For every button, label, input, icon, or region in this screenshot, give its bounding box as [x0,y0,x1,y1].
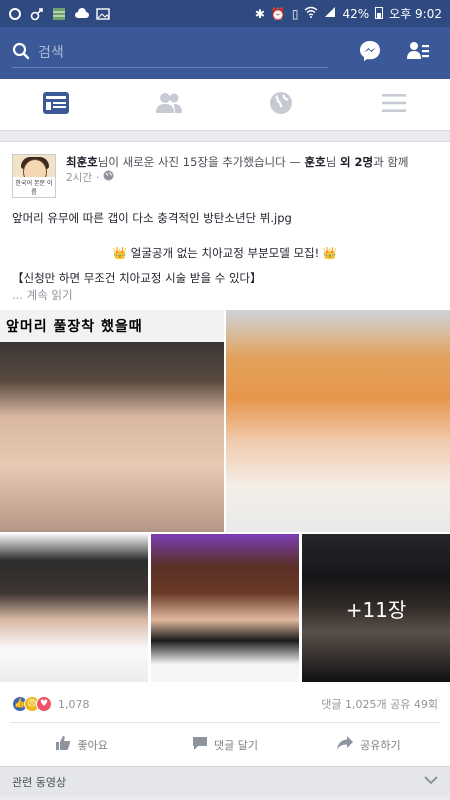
tagged-suffix: 님 [325,155,340,169]
promo-text: 얼굴공개 없는 치아교정 부분모델 모집! [130,246,320,260]
messenger-icon [358,39,382,67]
app-notification-icon [8,7,22,21]
photo-5[interactable]: +11장 [302,534,450,682]
tab-news-feed[interactable] [0,79,113,130]
feed-gap [0,131,450,141]
status-bar: ✱ ⏰ ▯ 42% 오후 9:02 [0,0,450,27]
alarm-icon: ⏰ [270,6,286,21]
gallery-icon [96,7,110,21]
post-meta: 2시간 · [66,170,409,186]
post-attribution: 최훈호님이 새로운 사진 15장을 추가했습니다 — 훈호님 외 2명과 함께 [66,154,409,170]
tab-notifications[interactable] [225,79,338,130]
photo-4[interactable] [151,534,299,682]
more-photos-overlay: +11장 [302,534,450,682]
globe-icon [269,91,293,119]
see-more-link[interactable]: ... 계속 읽기 [12,287,438,304]
wifi-icon [304,6,318,21]
related-videos-label: 관련 동영상 [12,775,67,789]
share-icon [336,735,354,754]
reaction-count[interactable]: 1,078 [58,698,90,711]
post-body: 앞머리 유무에 따른 갭이 다소 충격적인 방탄소년단 뷔.jpg 👑 얼굴공개… [0,204,450,310]
comments-shares-count[interactable]: 댓글 1,025개 공유 49회 [321,696,438,712]
comment-label: 댓글 달기 [214,738,258,752]
clock-time: 오후 9:02 [389,7,442,21]
love-reaction-icon: ♥ [36,696,52,712]
signal-icon [324,6,336,21]
friend-requests-icon [406,39,430,67]
post-action-text: 님이 새로운 사진 15장을 추가했습니다 — [97,155,305,169]
male-symbol-icon [30,7,44,21]
vibrate-icon: ▯ [291,6,299,21]
reactions-bar: 👍 😠 ♥ 1,078 댓글 1,025개 공유 49회 [0,682,450,722]
photo-caption: 앞머리 풀장착 했을때 [0,310,224,342]
search-field-wrapper[interactable] [12,38,328,68]
status-right-icons: ✱ ⏰ ▯ 42% 오후 9:02 [255,5,442,22]
photo-2[interactable] [226,310,450,532]
avatar[interactable]: 한국어 본문 이름 [12,154,56,198]
like-button[interactable]: 좋아요 [10,723,153,766]
promo-detail: 【신청만 하면 무조건 치아교정 시술 받을 수 있다】 [12,271,262,285]
newsfeed-icon [42,91,70,119]
comment-icon [192,735,208,754]
nav-tabs [0,79,450,131]
search-input[interactable] [38,44,298,61]
battery-percent: 42% [342,6,370,21]
share-label: 공유하기 [360,738,401,752]
friend-requests-button[interactable] [398,33,438,73]
with-text: 과 함께 [373,155,409,169]
post-header: 한국어 본문 이름 최훈호님이 새로운 사진 15장을 추가했습니다 — 훈호님… [0,142,450,204]
friends-icon [155,92,183,118]
post-time[interactable]: 2시간 [66,170,92,186]
author-name[interactable]: 최훈호 [66,155,98,169]
cloud-icon [74,7,89,21]
status-left-icons [8,7,110,21]
promo-line: 👑 얼굴공개 없는 치아교정 부분모델 모집! 👑 [12,245,438,262]
post-title: 앞머리 유무에 따른 갭이 다소 충격적인 방탄소년단 뷔.jpg [12,211,292,225]
photo-3[interactable] [0,534,148,682]
tab-friends[interactable] [113,79,226,130]
tagged-name[interactable]: 훈호 [305,155,326,169]
others-link[interactable]: 외 2명 [340,155,373,169]
post-header-text: 최훈호님이 새로운 사진 15장을 추가했습니다 — 훈호님 외 2명과 함께 … [66,154,409,198]
crown-icon: 👑 [112,246,128,260]
thumbs-up-icon [55,735,71,754]
battery-icon [375,6,384,22]
crown-icon: 👑 [322,246,338,260]
share-button[interactable]: 공유하기 [297,723,440,766]
photo-grid: 앞머리 풀장착 했을때 +11장 [0,310,450,682]
top-header [0,27,450,79]
feed-post: 한국어 본문 이름 최훈호님이 새로운 사진 15장을 추가했습니다 — 훈호님… [0,141,450,766]
messenger-button[interactable] [350,33,390,73]
bluetooth-icon: ✱ [254,6,265,21]
avatar-caption: 한국어 본문 이름 [13,177,55,197]
grid-app-icon [52,7,66,21]
public-globe-icon [103,170,114,186]
search-icon[interactable] [12,42,30,64]
menu-icon [381,93,407,117]
comment-button[interactable]: 댓글 달기 [153,723,296,766]
related-videos-bar[interactable]: 관련 동영상 [0,766,450,796]
tab-menu[interactable] [338,79,450,130]
chevron-down-icon[interactable] [424,775,438,788]
post-actions: 좋아요 댓글 달기 공유하기 [10,722,440,766]
dot-separator: · [96,172,100,184]
photo-1[interactable]: 앞머리 풀장착 했을때 [0,310,224,532]
like-label: 좋아요 [77,738,108,752]
